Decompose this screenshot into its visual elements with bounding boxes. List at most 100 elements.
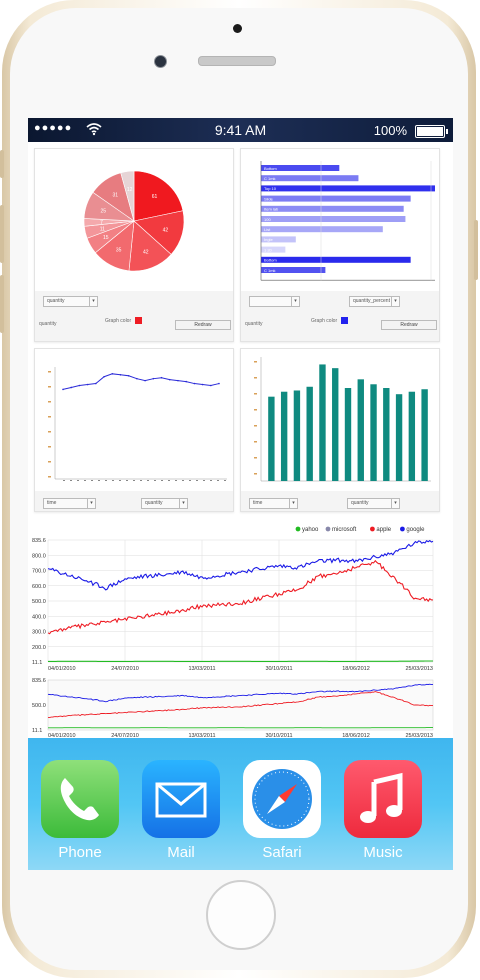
dock-app-mail[interactable]: Mail bbox=[141, 760, 221, 861]
pie-chart: 61 42 42 35 15 117 25 31 12 bbox=[83, 170, 185, 272]
pie-slice-label: 11 bbox=[100, 226, 105, 232]
column bbox=[332, 368, 339, 481]
bar-label: C 1mk bbox=[264, 268, 276, 273]
line-time-select[interactable]: time ▾ bbox=[43, 498, 96, 509]
bar-field-select[interactable]: quantity_percent ▾ bbox=[349, 296, 400, 307]
x-tick bbox=[112, 480, 114, 481]
y-tick bbox=[48, 476, 51, 478]
bar-label: Top 10 bbox=[264, 186, 277, 191]
nav-y-label: 835.6 bbox=[32, 678, 46, 684]
column bbox=[306, 386, 313, 481]
y-tick bbox=[48, 401, 51, 403]
home-button[interactable] bbox=[206, 880, 276, 950]
x-tick bbox=[168, 480, 170, 481]
y-tick-label: 800.0 bbox=[32, 553, 46, 559]
column-time-select[interactable]: time ▾ bbox=[249, 498, 298, 509]
x-tick bbox=[63, 480, 65, 481]
bar bbox=[261, 205, 404, 212]
y-tick-label: 700.0 bbox=[32, 569, 46, 575]
line-point bbox=[62, 388, 64, 391]
x-tick bbox=[182, 480, 184, 481]
column bbox=[319, 364, 326, 481]
pie-slice-label: 31 bbox=[112, 192, 118, 198]
line-point bbox=[160, 376, 163, 379]
column-field-select[interactable]: quantity ▾ bbox=[347, 498, 400, 509]
bar-label: List bbox=[264, 227, 271, 232]
line-point bbox=[185, 380, 187, 383]
battery-fill bbox=[417, 127, 443, 136]
pie-chart-panel: 61 42 42 35 15 11 7 25 31 12 quantity ▾ quantity G… bbox=[34, 148, 234, 342]
line-point bbox=[78, 384, 81, 387]
y-tick bbox=[254, 393, 257, 395]
pie-redraw-button[interactable]: Redraw bbox=[175, 320, 231, 330]
y-tick bbox=[48, 371, 51, 373]
earpiece-speaker bbox=[198, 56, 276, 66]
column bbox=[280, 391, 288, 481]
pie-slice-label: 42 bbox=[163, 227, 169, 233]
y-tick-label: 500.0 bbox=[32, 599, 46, 605]
x-tick bbox=[154, 480, 156, 481]
legend-label: google bbox=[406, 527, 425, 533]
bar-redraw-button[interactable]: Redraw bbox=[381, 320, 437, 330]
y-tick-label: 11.1 bbox=[32, 660, 42, 666]
navigator-frame bbox=[47, 679, 434, 731]
phone-icon bbox=[41, 760, 119, 838]
chevron-down-icon: ▾ bbox=[87, 499, 95, 508]
dock-app-label: Safari bbox=[262, 844, 302, 861]
bar bbox=[261, 195, 411, 202]
x-tick bbox=[217, 480, 219, 481]
column-chart bbox=[254, 357, 431, 482]
legend-dot bbox=[295, 526, 301, 532]
pie-field-select[interactable]: quantity ▾ bbox=[43, 296, 98, 307]
dock-app-music[interactable]: Music bbox=[343, 760, 423, 861]
legend-label: microsoft bbox=[332, 527, 357, 533]
phone-handset-glyph bbox=[60, 778, 99, 821]
battery-percent: 100% bbox=[373, 123, 407, 138]
status-bar: ●●●●● 9:41 AM 100% bbox=[28, 118, 453, 142]
chevron-down-icon: ▾ bbox=[289, 499, 297, 508]
x-tick-label: 30/10/2011 bbox=[265, 666, 292, 672]
bar-label: Slide bbox=[264, 196, 274, 201]
column bbox=[408, 391, 416, 481]
column bbox=[344, 388, 352, 481]
column bbox=[421, 389, 428, 481]
x-tick bbox=[119, 480, 121, 481]
column bbox=[383, 388, 390, 481]
line-point bbox=[168, 378, 171, 381]
x-tick bbox=[140, 480, 142, 481]
line-field-select[interactable]: quantity ▾ bbox=[141, 498, 188, 509]
x-tick bbox=[161, 480, 163, 481]
line-point bbox=[193, 382, 196, 385]
column bbox=[395, 394, 403, 481]
bar-color-swatch[interactable] bbox=[341, 317, 348, 324]
y-tick bbox=[48, 446, 51, 448]
x-tick bbox=[84, 480, 86, 481]
compass-glyph bbox=[252, 769, 312, 829]
chevron-down-icon: ▾ bbox=[391, 499, 399, 508]
bar-time-select[interactable]: ▾ bbox=[249, 296, 300, 307]
line-point bbox=[209, 384, 212, 387]
y-tick bbox=[254, 473, 257, 475]
chevron-down-icon: ▾ bbox=[291, 297, 299, 306]
x-tick bbox=[203, 480, 205, 481]
x-tick-label: 13/03/2011 bbox=[188, 666, 215, 672]
line-point bbox=[152, 377, 155, 380]
volume-up-button bbox=[0, 205, 4, 263]
bar-label: Item lab bbox=[264, 207, 279, 212]
x-tick bbox=[210, 480, 212, 481]
bar bbox=[261, 216, 406, 222]
x-tick bbox=[70, 480, 72, 481]
column-chart-panel: time ▾ quantity ▾ bbox=[240, 348, 440, 512]
dock-app-safari[interactable]: Safari bbox=[242, 760, 322, 861]
series-line bbox=[47, 539, 434, 591]
safari-icon bbox=[243, 760, 321, 838]
y-tick bbox=[48, 461, 51, 463]
bar-label: Bottom bbox=[264, 166, 277, 171]
y-tick bbox=[48, 431, 51, 433]
dock-app-phone[interactable]: Phone bbox=[40, 760, 120, 861]
y-tick bbox=[48, 416, 51, 418]
y-tick-label: 200.0 bbox=[32, 645, 46, 651]
pie-color-label: Graph color bbox=[105, 318, 132, 324]
line-point bbox=[136, 377, 138, 380]
pie-color-swatch[interactable] bbox=[135, 317, 142, 324]
